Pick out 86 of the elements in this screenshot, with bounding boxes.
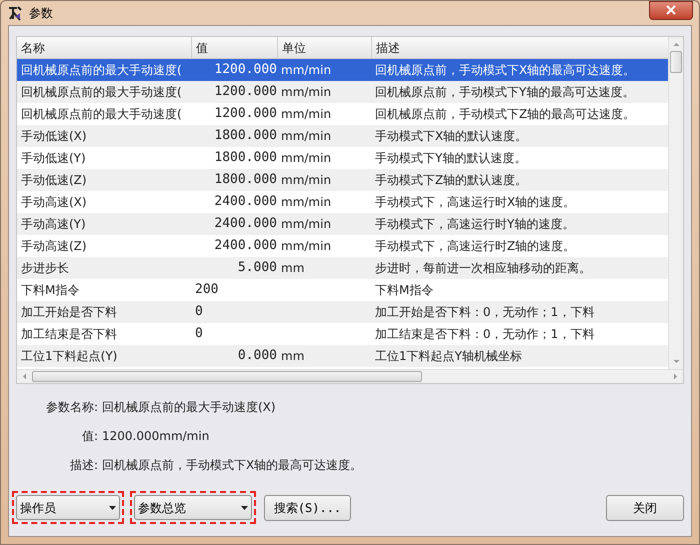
table-cell: mm/min (281, 85, 332, 99)
table-cell: 加工开始是否下料 (21, 305, 117, 319)
scroll-thumb[interactable] (32, 371, 422, 382)
dropdown[interactable]: 参数总览 (134, 495, 252, 520)
table-cell: 步进时，每前进一次相应轴移动的距离。 (375, 261, 591, 275)
field-label: 描述: (68, 457, 98, 474)
table-cell: 加工开始是否下料：0，无动作；1，下料 (375, 305, 594, 319)
table-cell: 0 (195, 326, 203, 342)
table-cell: 工位1下料起点Y轴机械坐标 (375, 349, 522, 363)
table-cell: 手动模式下Y轴的默认速度。 (375, 151, 526, 165)
table-cell: mm/min (281, 151, 332, 165)
table-cell: 2400.000 (214, 216, 277, 232)
table-cell: 手动模式下，高速运行时Y轴的速度。 (375, 217, 574, 231)
table-row[interactable]: 加工开始是否下料 0 加工开始是否下料：0，无动作；1，下料 (17, 301, 668, 323)
table-cell: 回机械原点前，手动模式下Z轴的最高可达速度。 (375, 107, 636, 121)
table-cell: 手动低速(Y) (21, 151, 86, 165)
table-cell: 5.000 (238, 260, 277, 276)
table-cell: mm (281, 349, 304, 363)
caret-icon (109, 506, 116, 510)
table-cell: 手动低速(X) (21, 129, 87, 143)
table-cell: 回机械原点前的最大手动速度( (21, 107, 182, 121)
field-value: 回机械原点前的最大手动速度(X) (102, 399, 276, 416)
table-cell: 2400.000 (214, 238, 277, 254)
table-cell: mm/min (281, 239, 332, 253)
table-cell: 下料M指令 (21, 283, 80, 297)
table-cell: 下料M指令 (375, 283, 434, 297)
table-cell: 200 (195, 282, 218, 298)
column-header[interactable]: 名称 (17, 37, 191, 58)
close-dialog-button[interactable]: 关闭 (606, 494, 684, 520)
table-cell: 步进步长 (21, 261, 69, 275)
window-title: 参数 (29, 5, 53, 22)
close-button[interactable] (649, 0, 693, 20)
field-value: 回机械原点前，手动模式下X轴的最高可达速度。 (102, 457, 362, 474)
search-button[interactable]: 搜索(S)... (264, 494, 351, 520)
table-cell: 手动高速(Y) (21, 217, 86, 231)
table-cell: mm/min (281, 195, 332, 209)
table-cell: 1200.000 (214, 84, 277, 100)
app-icon (7, 5, 23, 21)
table-row[interactable]: 手动高速(Y) 2400.000 mm/min 手动模式下，高速运行时Y轴的速度。 (17, 213, 668, 235)
horizontal-scrollbar[interactable] (17, 369, 683, 383)
table-cell: 加工结束是否下料 (21, 327, 117, 341)
table-cell: 1800.000 (214, 128, 277, 144)
table-cell: 1800.000 (214, 150, 277, 166)
vertical-scrollbar[interactable] (668, 37, 683, 369)
table-cell: 0.000 (238, 348, 277, 364)
table-cell: mm/min (281, 129, 332, 143)
table-cell: 回机械原点前，手动模式下Y轴的最高可达速度。 (375, 85, 634, 99)
table-cell: 2400.000 (214, 194, 277, 210)
table-row[interactable]: 回机械原点前的最大手动速度( 1200.000 mm/min 回机械原点前，手动模式下X轴的最高可达速度。 (17, 59, 668, 81)
table-cell: 手动模式下X轴的默认速度。 (375, 129, 528, 143)
table-cell: 手动模式下，高速运行时X轴的速度。 (375, 195, 576, 209)
column-header[interactable]: 单位 (277, 37, 371, 58)
table-cell: 手动高速(X) (21, 195, 87, 209)
table-cell: 手动低速(Z) (21, 173, 87, 187)
table-cell: 手动模式下Z轴的默认速度。 (375, 173, 528, 187)
table-cell: 手动模式下，高速运行时Z轴的速度。 (375, 239, 576, 253)
caret-icon (241, 506, 248, 510)
table-cell: 加工结束是否下料：0，无动作；1，下料 (375, 327, 594, 341)
table-cell: 1200.000 (214, 106, 277, 122)
table-cell: mm (281, 261, 304, 275)
table-cell: 回机械原点前的最大手动速度( (21, 63, 182, 77)
table-cell: 0 (195, 304, 203, 320)
scroll-left-icon[interactable] (21, 373, 28, 380)
field-label: 值: (80, 428, 98, 445)
table-cell: 工位1下料起点(Y) (21, 349, 118, 363)
table-row[interactable]: 步进步长 5.000 mm 步进时，每前进一次相应轴移动的距离。 (17, 257, 668, 279)
scroll-right-icon[interactable] (672, 373, 679, 380)
column-header[interactable]: 值 (191, 37, 277, 58)
scroll-thumb[interactable] (670, 51, 682, 73)
field-value: 1200.000mm/min (102, 428, 210, 445)
table-row[interactable]: 回机械原点前的最大手动速度( 1200.000 mm/min 回机械原点前，手动模式下Y轴的最高可达速度。 (17, 81, 668, 103)
table-cell: mm/min (281, 217, 332, 231)
table-cell: 回机械原点前，手动模式下X轴的最高可达速度。 (375, 63, 636, 77)
table-cell: mm/min (281, 63, 332, 77)
table-cell: 1800.000 (214, 172, 277, 188)
field-label: 参数名称: (44, 399, 98, 416)
dropdown[interactable]: 操作员 (16, 495, 120, 520)
table-row[interactable]: 工位1下料起点(Y) 0.000 mm 工位1下料起点Y轴机械坐标 (17, 345, 668, 367)
table-cell: mm/min (281, 173, 332, 187)
table-cell: mm/min (281, 107, 332, 121)
table-cell: 手动高速(Z) (21, 239, 87, 253)
table-cell: 1200.000 (214, 62, 277, 78)
table-row[interactable]: 手动低速(X) 1800.000 mm/min 手动模式下X轴的默认速度。 (17, 125, 668, 147)
table-row[interactable]: 手动低速(Z) 1800.000 mm/min 手动模式下Z轴的默认速度。 (17, 169, 668, 191)
close-icon (666, 5, 676, 15)
table-cell: 回机械原点前的最大手动速度( (21, 85, 182, 99)
